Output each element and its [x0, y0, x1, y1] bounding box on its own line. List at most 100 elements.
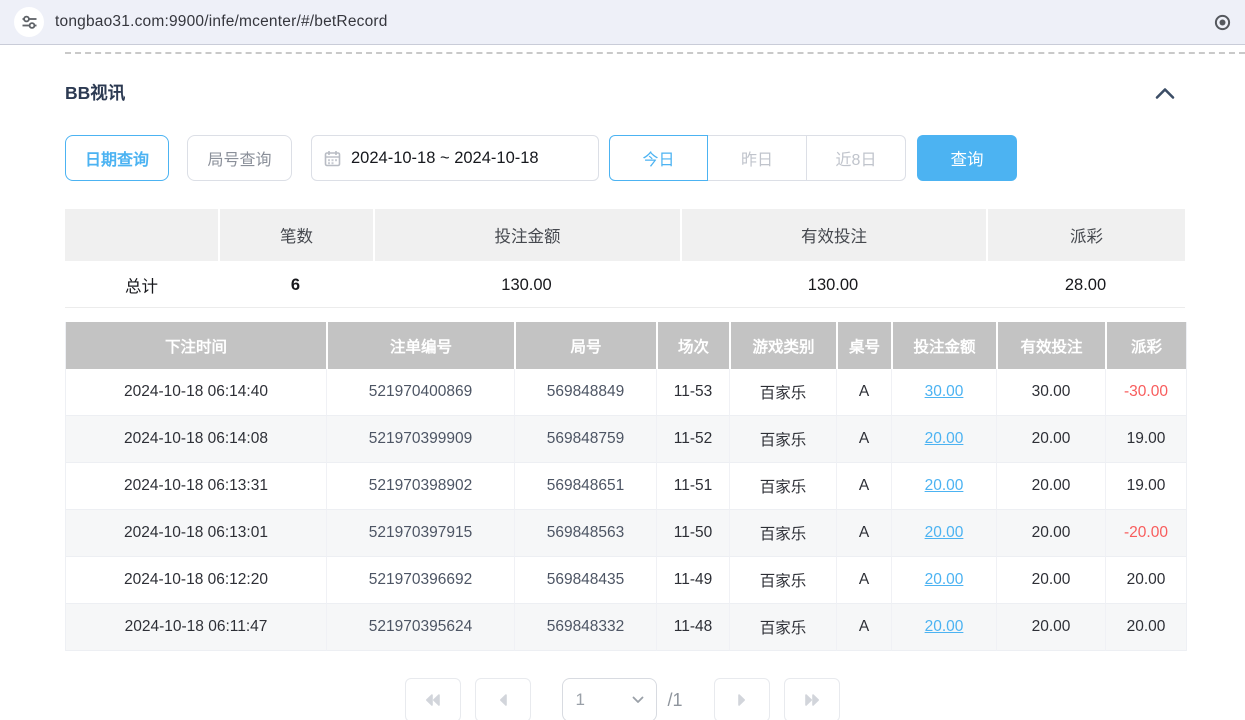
summary-total-row: 总计 6 130.00 130.00 28.00	[65, 261, 1185, 308]
bet-amount-cell[interactable]: 20.00	[891, 510, 996, 557]
game-type-cell: 百家乐	[729, 463, 836, 510]
bet-amount-cell[interactable]: 20.00	[891, 463, 996, 510]
yesterday-button[interactable]: 昨日	[708, 135, 807, 181]
page-select[interactable]: 1	[562, 678, 657, 720]
header-bet-time: 下注时间	[66, 322, 326, 369]
url-text[interactable]: tongbao31.com:9900/infe/mcenter/#/betRec…	[55, 13, 388, 31]
round-number-cell: 569848332	[514, 604, 656, 651]
header-round-number: 局号	[514, 322, 656, 369]
payout-cell: 20.00	[1105, 557, 1186, 604]
chevron-left-icon	[496, 692, 510, 708]
table-row: 2024-10-18 06:14:08521970399909569848759…	[66, 416, 1186, 463]
bet-record-table: 下注时间 注单编号 局号 场次 游戏类别 桌号 投注金额 有效投注 派彩 202…	[65, 322, 1187, 651]
game-type-cell: 百家乐	[729, 604, 836, 651]
bet-amount-link[interactable]: 30.00	[925, 383, 964, 400]
bet-amount-link[interactable]: 20.00	[925, 571, 964, 588]
round-number-cell: 569848849	[514, 369, 656, 416]
game-type-cell: 百家乐	[729, 416, 836, 463]
double-chevron-right-icon	[802, 692, 822, 708]
table-row: 2024-10-18 06:11:47521970395624569848332…	[66, 604, 1186, 651]
bet-table-header-row: 下注时间 注单编号 局号 场次 游戏类别 桌号 投注金额 有效投注 派彩	[66, 322, 1186, 369]
bet-time-cell: 2024-10-18 06:11:47	[66, 604, 326, 651]
valid-bet-cell: 20.00	[996, 510, 1105, 557]
collapse-section-button[interactable]	[1145, 83, 1185, 103]
date-query-tab[interactable]: 日期查询	[65, 135, 169, 181]
bet-time-cell: 2024-10-18 06:13:01	[66, 510, 326, 557]
date-range-picker[interactable]: 2024-10-18 ~ 2024-10-18	[311, 135, 599, 181]
payout-cell: 20.00	[1105, 604, 1186, 651]
record-circle-icon[interactable]	[1214, 14, 1231, 31]
bet-amount-cell[interactable]: 30.00	[891, 369, 996, 416]
table-row: 2024-10-18 06:13:01521970397915569848563…	[66, 510, 1186, 557]
order-number-cell: 521970400869	[326, 369, 514, 416]
valid-bet-cell: 20.00	[996, 416, 1105, 463]
bet-amount-link[interactable]: 20.00	[925, 618, 964, 635]
bet-amount-link[interactable]: 20.00	[925, 430, 964, 447]
order-number-cell: 521970395624	[326, 604, 514, 651]
filter-toolbar: 日期查询 局号查询 2024-10-18 ~ 2024-10-18 今日 昨日 …	[65, 135, 1185, 181]
double-chevron-left-icon	[423, 692, 443, 708]
table-number-cell: A	[836, 416, 891, 463]
summary-header-payout: 派彩	[986, 209, 1185, 261]
date-range-value: 2024-10-18 ~ 2024-10-18	[351, 149, 539, 168]
valid-bet-cell: 20.00	[996, 557, 1105, 604]
table-row: 2024-10-18 06:13:31521970398902569848651…	[66, 463, 1186, 510]
valid-bet-cell: 20.00	[996, 604, 1105, 651]
order-number-cell: 521970397915	[326, 510, 514, 557]
round-number-cell: 569848759	[514, 416, 656, 463]
payout-cell: -20.00	[1105, 510, 1186, 557]
session-cell: 11-49	[656, 557, 729, 604]
page-title: BB视讯	[65, 80, 125, 105]
payout-cell: -30.00	[1105, 369, 1186, 416]
header-bet-amount: 投注金额	[891, 322, 996, 369]
summary-bet-amount-value: 130.00	[373, 261, 680, 308]
search-button[interactable]: 查询	[917, 135, 1017, 181]
game-type-cell: 百家乐	[729, 557, 836, 604]
summary-header-blank	[65, 209, 218, 261]
last-page-button[interactable]	[784, 678, 840, 720]
bet-time-cell: 2024-10-18 06:12:20	[66, 557, 326, 604]
order-number-cell: 521970398902	[326, 463, 514, 510]
summary-total-label: 总计	[65, 261, 218, 308]
today-button[interactable]: 今日	[609, 135, 708, 181]
last-8-days-button[interactable]: 近8日	[807, 135, 906, 181]
prev-page-button[interactable]	[475, 678, 531, 720]
site-settings-button[interactable]	[14, 7, 44, 37]
bet-amount-cell[interactable]: 20.00	[891, 604, 996, 651]
summary-count-value: 6	[218, 261, 373, 308]
table-row: 2024-10-18 06:12:20521970396692569848435…	[66, 557, 1186, 604]
session-cell: 11-50	[656, 510, 729, 557]
bet-amount-link[interactable]: 20.00	[925, 524, 964, 541]
bet-amount-cell[interactable]: 20.00	[891, 416, 996, 463]
dashed-divider	[65, 52, 1245, 54]
current-page-value: 1	[575, 690, 584, 710]
summary-payout-value: 28.00	[986, 261, 1185, 308]
table-number-cell: A	[836, 557, 891, 604]
table-number-cell: A	[836, 369, 891, 416]
bet-time-cell: 2024-10-18 06:14:08	[66, 416, 326, 463]
round-query-tab[interactable]: 局号查询	[187, 135, 292, 181]
first-page-button[interactable]	[405, 678, 461, 720]
summary-header-count: 笔数	[218, 209, 373, 261]
table-number-cell: A	[836, 510, 891, 557]
order-number-cell: 521970399909	[326, 416, 514, 463]
calendar-icon	[324, 150, 341, 167]
header-order-number: 注单编号	[326, 322, 514, 369]
next-page-button[interactable]	[714, 678, 770, 720]
bet-time-cell: 2024-10-18 06:13:31	[66, 463, 326, 510]
table-number-cell: A	[836, 604, 891, 651]
header-game-type: 游戏类别	[729, 322, 836, 369]
summary-table: 笔数 投注金额 有效投注 派彩 总计 6 130.00 130.00 28.00	[65, 209, 1185, 308]
summary-header-row: 笔数 投注金额 有效投注 派彩	[65, 209, 1185, 261]
game-type-cell: 百家乐	[729, 369, 836, 416]
session-cell: 11-53	[656, 369, 729, 416]
round-number-cell: 569848563	[514, 510, 656, 557]
header-valid-bet: 有效投注	[996, 322, 1105, 369]
table-row: 2024-10-18 06:14:40521970400869569848849…	[66, 369, 1186, 416]
browser-url-bar: tongbao31.com:9900/infe/mcenter/#/betRec…	[0, 0, 1245, 45]
header-session: 场次	[656, 322, 729, 369]
bet-amount-cell[interactable]: 20.00	[891, 557, 996, 604]
chevron-up-icon	[1153, 85, 1177, 101]
valid-bet-cell: 20.00	[996, 463, 1105, 510]
bet-amount-link[interactable]: 20.00	[925, 477, 964, 494]
